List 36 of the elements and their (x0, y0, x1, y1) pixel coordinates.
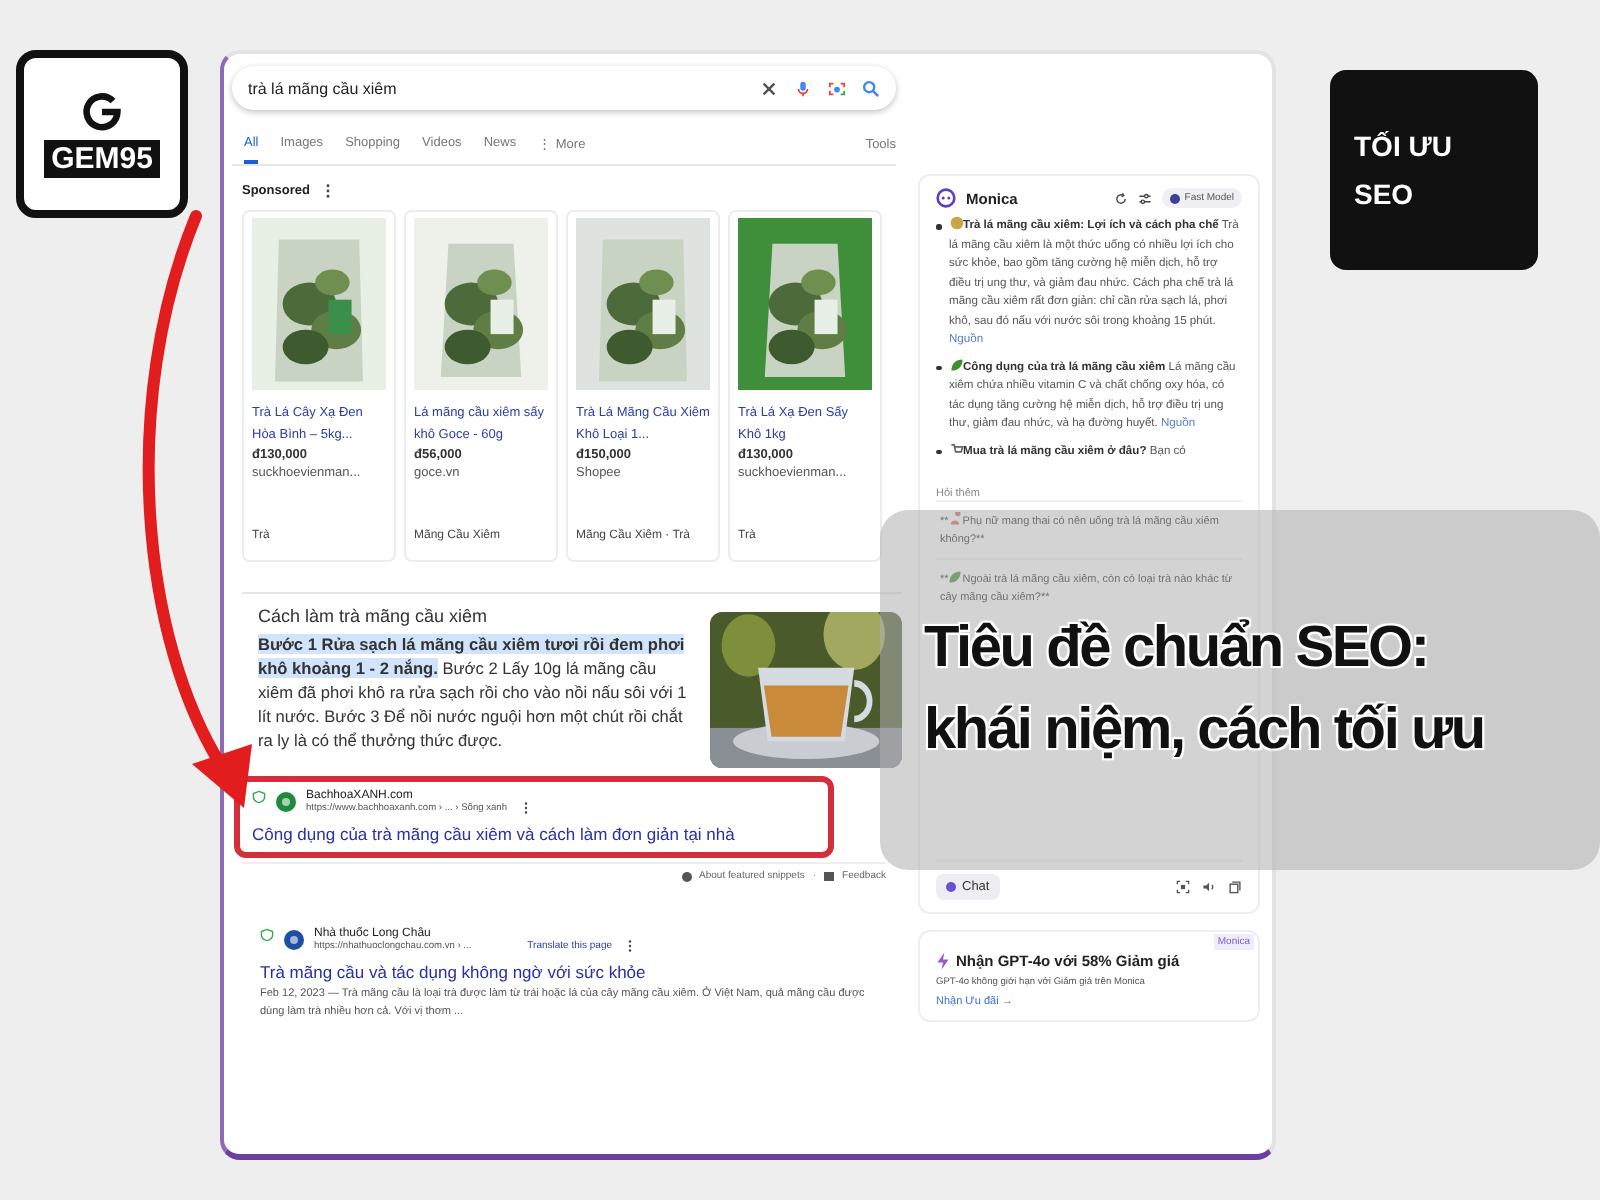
bullet-icon (936, 224, 941, 229)
leaf-icon (948, 570, 963, 584)
snippet-heading: Cách làm trà mãng cầu xiêm (258, 606, 490, 626)
g-logo-icon (80, 90, 124, 134)
cookie-icon (949, 216, 963, 230)
result-title-link[interactable]: Trà mãng cầu và tác dụng không ngờ với sức khỏe (260, 962, 884, 982)
shield-icon (252, 790, 266, 804)
search-field[interactable]: trà lá mãng cầu xiêm (232, 66, 896, 110)
refresh-icon[interactable] (1114, 191, 1129, 205)
mic-icon[interactable] (794, 79, 812, 97)
copy-icon[interactable] (1228, 880, 1242, 894)
more-options-icon[interactable] (325, 184, 330, 198)
lightning-icon (936, 952, 950, 970)
clear-icon[interactable] (760, 79, 778, 97)
search-icon[interactable] (862, 79, 880, 97)
settings-icon[interactable] (1138, 191, 1153, 205)
more-options-icon[interactable] (523, 802, 528, 814)
person-icon (948, 512, 963, 526)
speaker-icon[interactable] (1202, 880, 1216, 894)
screenshot-icon[interactable] (1176, 880, 1190, 894)
site-favicon-icon (276, 792, 296, 812)
logo-text: GEM95 (43, 140, 161, 178)
site-favicon-icon (284, 930, 304, 950)
cart-icon (949, 441, 963, 455)
result-title-link[interactable]: Công dụng của trà mãng cầu xiêm và cách làm đơn giản tại nhà (252, 824, 816, 844)
seo-badge: TỐI ƯU SEO (1330, 70, 1538, 270)
headline-text: khái niệm, cách tối ưu (924, 696, 1484, 766)
headline-text: Tiêu đề chuẩn SEO: (924, 614, 1428, 684)
leaf-icon (949, 357, 963, 371)
snippet-text: Bước 1 Rửa sạch lá mãng cầu xiêm tươi rồi đem phơi khô khoảng 1 - 2 nắng. Bước 2 Lấy 10g lá mãng cầu xiêm đã phơi khô ra rửa sạch rồi cho vào nồi nấu sôi với 1 lít nước. Bước 3 Để nồi nước nguội hơn một chút rồi chắt ra ly là có thể thưởng thức được. (258, 632, 689, 752)
more-options-icon[interactable] (628, 940, 633, 952)
bullet-icon (936, 365, 941, 370)
camera-icon[interactable] (828, 79, 846, 97)
monica-logo-icon (936, 188, 956, 208)
bullet-icon (936, 449, 941, 454)
shield-icon (260, 928, 274, 942)
